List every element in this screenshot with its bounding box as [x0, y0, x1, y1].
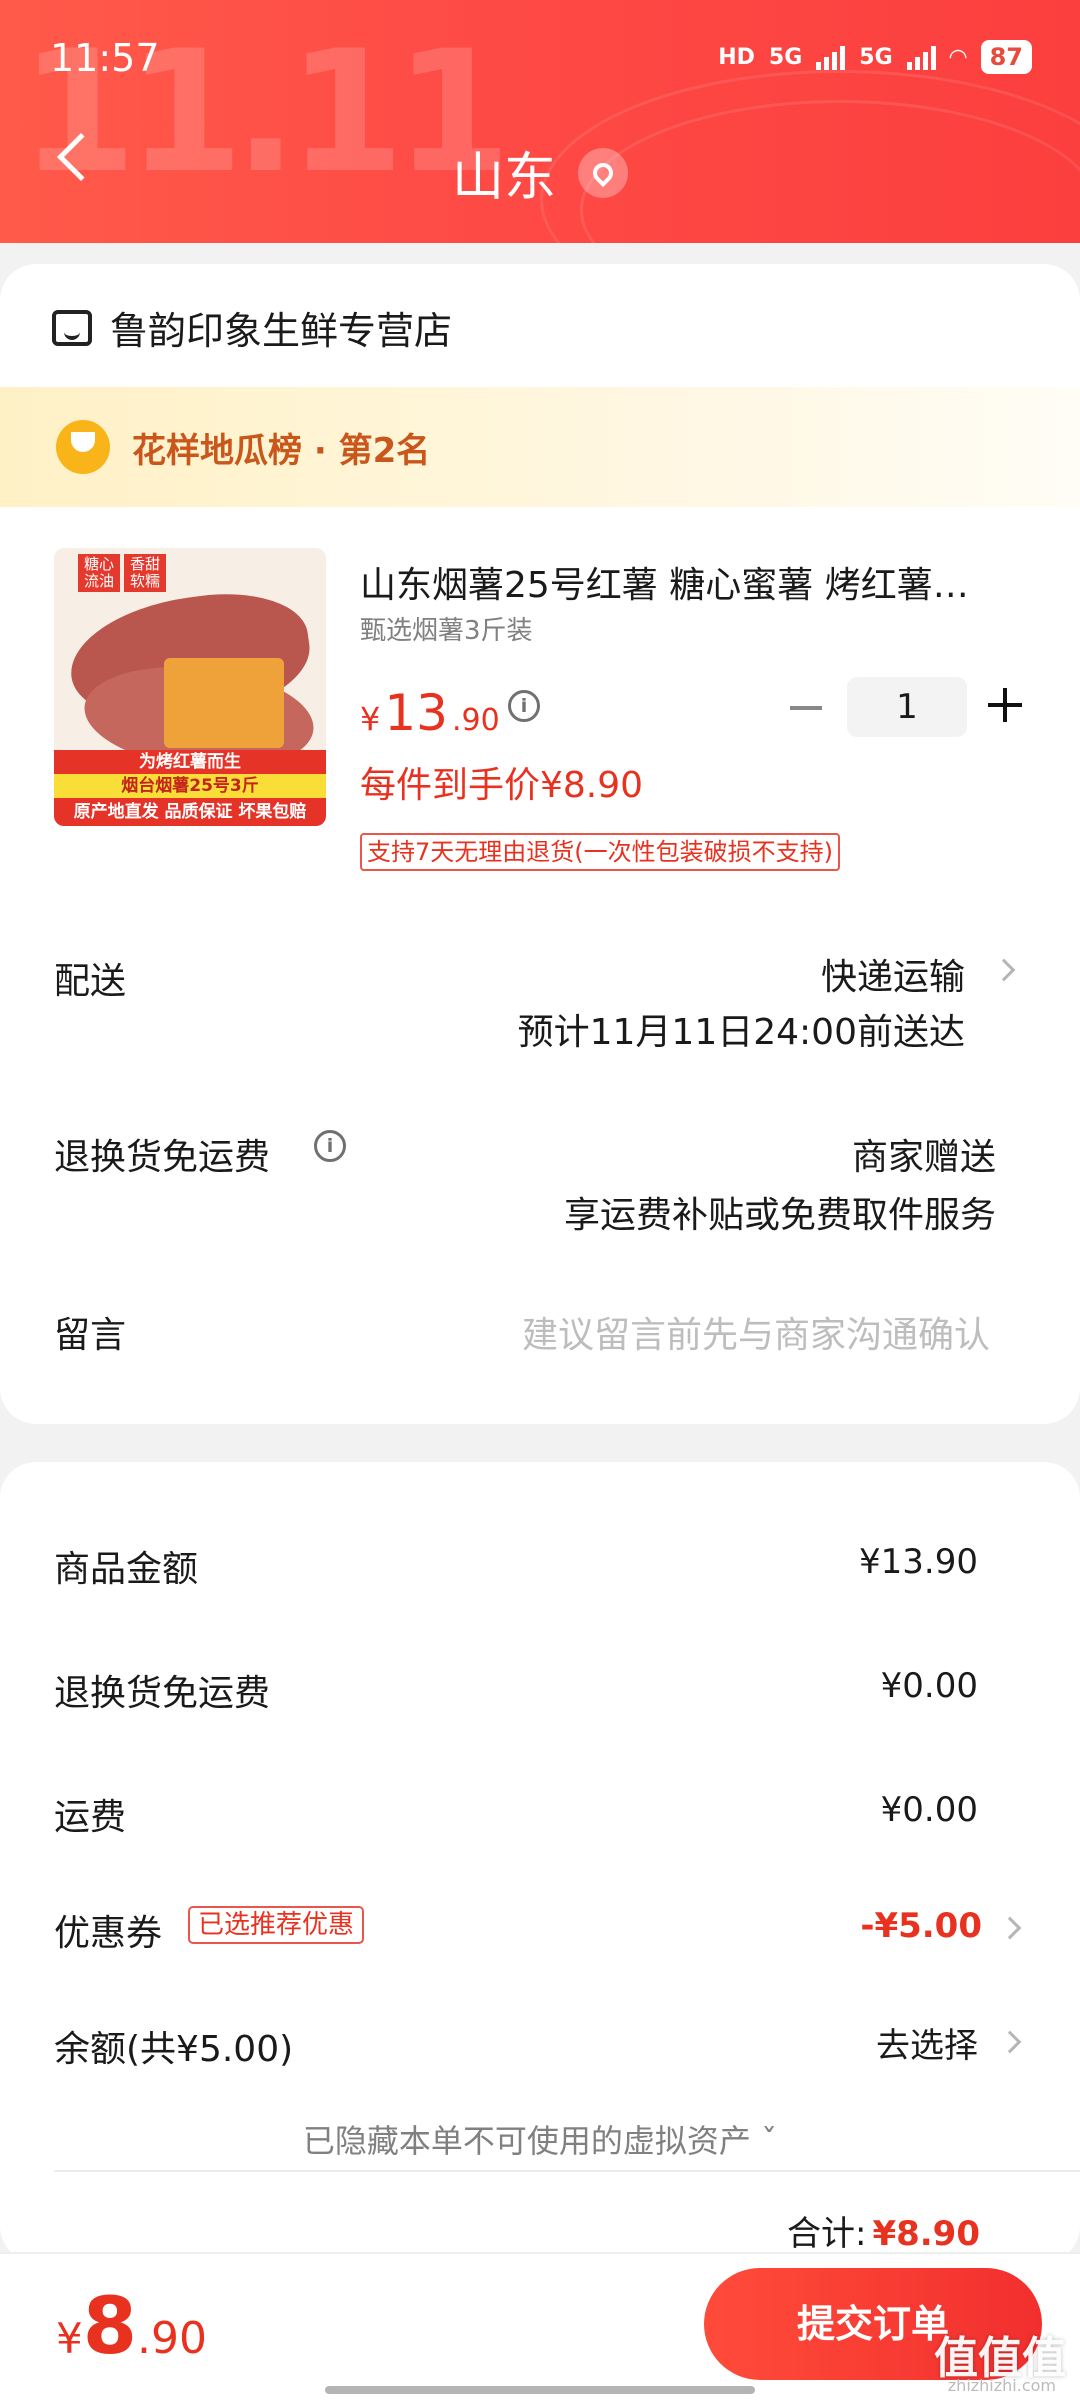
goods-amount-value: ¥13.90	[859, 1542, 978, 1582]
sweet-potato-flesh	[164, 658, 284, 748]
coupon-value[interactable]: -¥5.00	[860, 1906, 982, 1946]
battery-icon: 87	[980, 40, 1032, 74]
delivery-eta: 预计11月11日24:00前送达	[517, 1012, 965, 1053]
location-pin-icon	[578, 147, 628, 198]
network-label: 5G	[768, 44, 803, 70]
image-banner: 原产地直发 品质保证 坏果包赔	[54, 798, 326, 826]
coupon-label: 优惠券	[54, 1913, 163, 1954]
home-indicator[interactable]	[325, 2386, 755, 2394]
payable-currency: ¥	[56, 2314, 83, 2363]
return-fee-label: 退换货免运费	[54, 1673, 271, 1714]
header-bar: 11.11 11:57 HD 5G 5G ◠ 87 山东	[0, 0, 1080, 243]
image-tag: 香甜软糯	[124, 554, 166, 592]
net-price: 每件到手价¥8.90	[360, 765, 644, 806]
coupon-tag: 已选推荐优惠	[188, 1906, 365, 1944]
balance-label: 余额(共¥5.00)	[54, 2029, 294, 2070]
return-shipping-label: 退换货免运费	[54, 1137, 271, 1178]
image-tag: 糖心流油	[78, 554, 120, 592]
return-policy-badge: 支持7天无理由退货(一次性包装破损不支持)	[360, 833, 840, 871]
order-total: 合计: ¥8.90	[787, 2206, 980, 2255]
rank-banner[interactable]: 花样地瓜榜 · 第2名	[0, 387, 1080, 507]
total-label: 合计:	[786, 2214, 867, 2254]
return-shipping-desc: 享运费补贴或免费取件服务	[563, 1195, 996, 1236]
store-name: 鲁韵印象生鲜专营店	[110, 309, 453, 353]
total-value: ¥8.90	[872, 2214, 980, 2254]
delivery-method[interactable]: 快递运输	[821, 948, 965, 1000]
image-banner: 为烤红薯而生	[54, 750, 326, 774]
return-shipping-value: 商家赠送	[851, 1137, 996, 1178]
return-fee-value: ¥0.00	[880, 1666, 978, 1706]
store-icon	[52, 309, 92, 346]
quantity-increase-button[interactable]	[988, 688, 1022, 722]
goods-amount-label: 商品金额	[54, 1549, 199, 1590]
message-label: 留言	[54, 1315, 127, 1356]
payable-integer: 8	[82, 2282, 138, 2372]
product-spec[interactable]: 甄选烟薯3斤装	[360, 610, 533, 647]
rank-text: 花样地瓜榜 · 第2名	[132, 430, 431, 471]
product-image[interactable]: 糖心流油 香甜软糯 为烤红薯而生 烟台烟薯25号3斤 原产地直发 品质保证 坏果…	[54, 548, 326, 826]
address-selector[interactable]: 山东	[0, 135, 1080, 210]
product-price: ¥13.90	[360, 684, 500, 742]
divider	[54, 2170, 1080, 2172]
product-name[interactable]: 山东烟薯25号红薯 糖心蜜薯 烤红薯…	[360, 556, 1020, 608]
info-icon[interactable]: i	[314, 1130, 346, 1162]
message-input[interactable]: 建议留言前先与商家沟通确认	[522, 1306, 990, 1358]
network-label-2: 5G	[859, 44, 893, 70]
store-header[interactable]: 鲁韵印象生鲜专营店	[52, 300, 452, 355]
quantity-input[interactable]: 1	[847, 677, 967, 737]
status-time: 11:57	[50, 36, 160, 80]
shipping-fee-label: 运费	[54, 1797, 127, 1838]
shipping-fee-value: ¥0.00	[880, 1790, 978, 1830]
price-currency: ¥	[360, 700, 381, 738]
delivery-label: 配送	[54, 961, 127, 1002]
site-watermark-url: zhizhizhi.com	[947, 2376, 1056, 2395]
hidden-assets-toggle[interactable]: 已隐藏本单不可使用的虚拟资产 ˇ	[0, 2116, 1080, 2162]
hd-icon: HD	[718, 44, 755, 70]
price-integer: 13	[384, 684, 448, 742]
status-icons: HD 5G 5G ◠ 87	[718, 40, 1032, 74]
trophy-icon	[56, 420, 110, 474]
signal-icon	[816, 44, 846, 70]
payable-amount: ¥8.90	[56, 2282, 207, 2372]
balance-select[interactable]: 去选择	[876, 2018, 978, 2067]
page-title: 山东	[451, 148, 556, 208]
price-info-icon[interactable]: i	[508, 690, 540, 722]
signal-icon	[906, 44, 936, 70]
wifi-icon: ◠	[949, 44, 967, 70]
price-decimal: .90	[451, 703, 500, 738]
quantity-decrease-button[interactable]	[790, 706, 822, 710]
payable-decimal: .90	[137, 2313, 207, 2364]
image-banner: 烟台烟薯25号3斤	[54, 774, 326, 798]
